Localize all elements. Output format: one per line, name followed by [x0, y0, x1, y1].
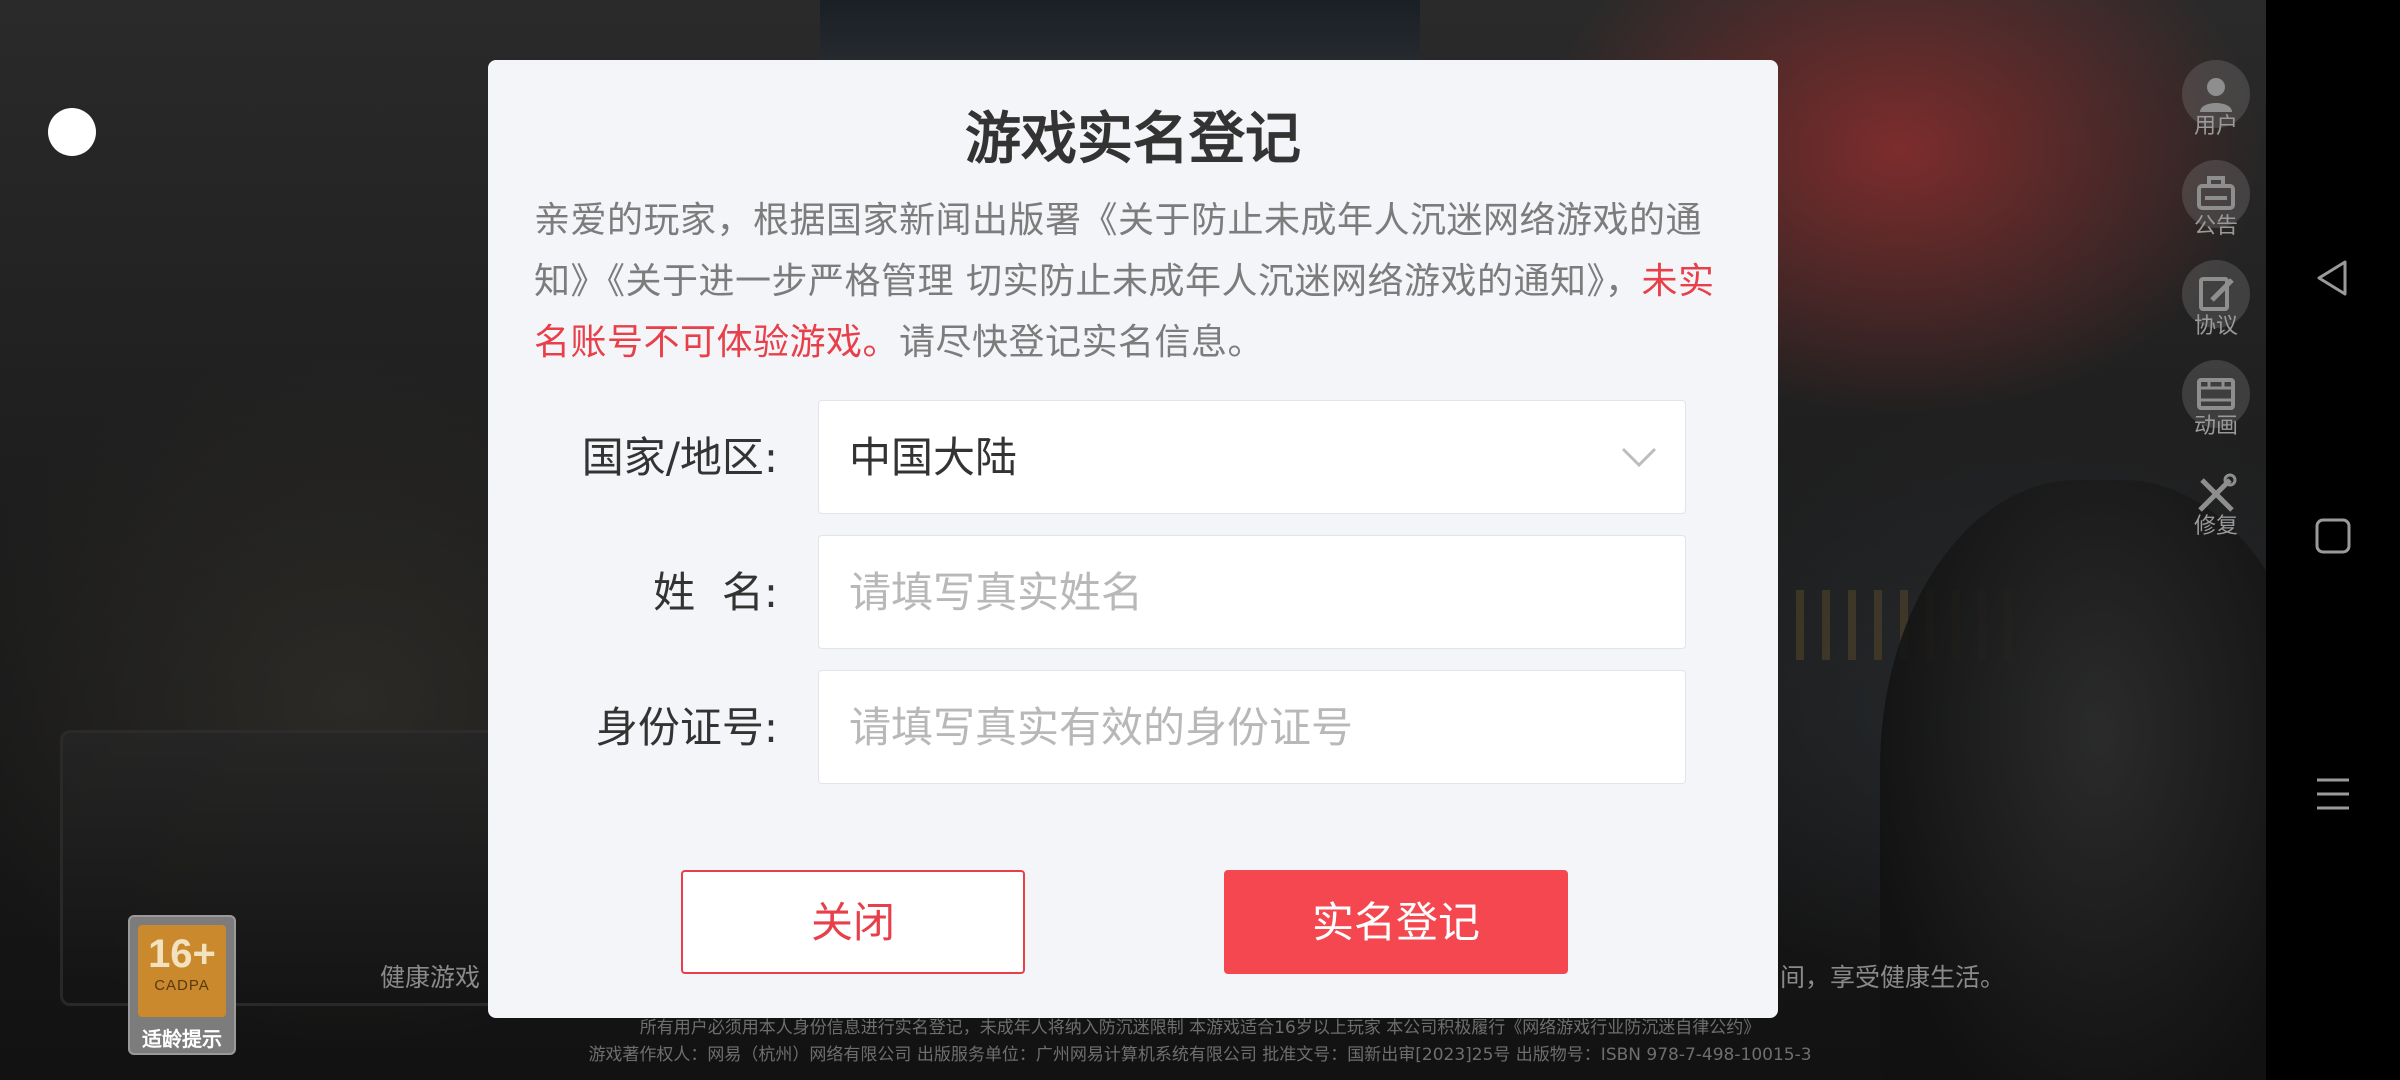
notice-text-end: 请尽快登记实名信息。: [899, 322, 1265, 363]
background-figure-top: [820, 0, 1420, 60]
age-rating-org: CADPA: [154, 977, 210, 994]
back-triangle-icon: [2317, 260, 2347, 296]
name-row: 姓 名:: [488, 535, 1778, 651]
name-label: 姓 名:: [653, 568, 778, 617]
health-notice-left: 健康游戏: [380, 963, 481, 992]
tool-repair-label: 修复: [2193, 514, 2238, 539]
register-button[interactable]: 实名登记: [1224, 870, 1568, 974]
country-selected-value: 中国大陆: [849, 433, 1018, 482]
tool-announcement-label: 公告: [2193, 214, 2238, 239]
real-name-registration-dialog: 游戏实名登记 亲爱的玩家，根据国家新闻出版署《关于防止未成年人沉迷网络游戏的通知…: [488, 60, 1778, 1018]
name-input[interactable]: [819, 536, 1685, 648]
tool-agreement[interactable]: 协议: [2178, 260, 2254, 360]
chevron-down-icon: [1621, 447, 1657, 468]
country-select[interactable]: 中国大陆: [818, 400, 1686, 514]
tool-announcement[interactable]: 公告: [2178, 160, 2254, 260]
id-field-box: [818, 670, 1686, 784]
name-field-box: [818, 535, 1686, 649]
tool-animation[interactable]: 动画: [2178, 360, 2254, 460]
age-rating-logo: 16+ CADPA: [138, 925, 226, 1017]
home-square-icon: [2315, 518, 2351, 554]
close-button[interactable]: 关闭: [681, 870, 1025, 974]
country-row: 国家/地区: 中国大陆: [488, 400, 1778, 516]
dialog-title: 游戏实名登记: [965, 107, 1301, 172]
system-navigation-bar: [2266, 0, 2400, 1080]
tool-user-label: 用户: [2193, 114, 2238, 139]
dialog-notice: 亲爱的玩家，根据国家新闻出版署《关于防止未成年人沉迷网络游戏的通知》《关于进一步…: [534, 190, 1734, 373]
health-notice-right: 间，享受健康生活。: [1780, 963, 2006, 992]
game-screen: 健康游戏 间，享受健康生活。 16+ CADPA 适龄提示 所有用户必须用本人身…: [0, 0, 2400, 1080]
tool-user[interactable]: 用户: [2178, 60, 2254, 160]
id-row: 身份证号:: [488, 670, 1778, 786]
nav-menu-button[interactable]: [2303, 764, 2363, 824]
country-label: 国家/地区:: [581, 433, 778, 482]
tool-agreement-label: 协议: [2193, 314, 2238, 339]
tool-repair[interactable]: 修复: [2178, 460, 2254, 560]
menu-lines-icon: [2317, 778, 2349, 810]
footer-line-2: 游戏著作权人：网易（杭州）网络有限公司 出版服务单位：广州网易计算机系统有限公司…: [588, 1045, 1812, 1065]
id-label: 身份证号:: [595, 703, 778, 752]
age-rating-number: 16+: [148, 932, 216, 976]
notice-text-start: 亲爱的玩家，根据国家新闻出版署《关于防止未成年人沉迷网络游戏的通知》《关于进一步…: [534, 200, 1703, 302]
nav-home-button[interactable]: [2303, 506, 2363, 566]
floating-assistant-button[interactable]: [48, 108, 96, 156]
side-tool-menu: 用户 公告 协议 动画 修复: [2178, 60, 2254, 560]
tool-animation-label: 动画: [2193, 414, 2238, 439]
id-number-input[interactable]: [819, 671, 1685, 783]
nav-back-button[interactable]: [2303, 248, 2363, 308]
